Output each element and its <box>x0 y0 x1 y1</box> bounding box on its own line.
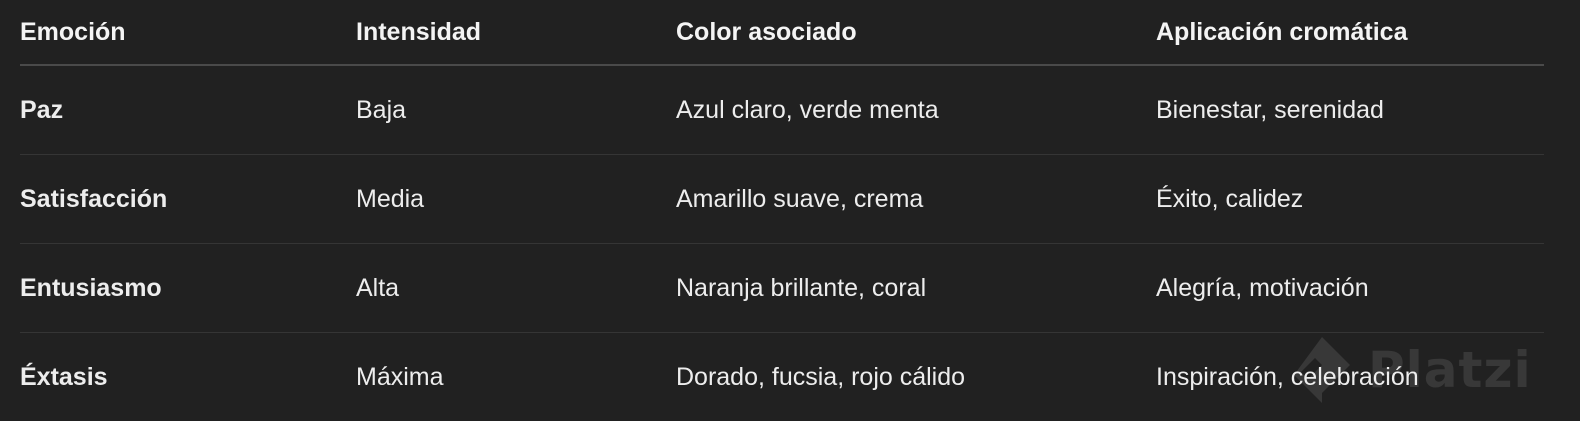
cell-emocion: Éxtasis <box>20 333 356 421</box>
emotion-color-table: Emoción Intensidad Color asociado Aplica… <box>20 0 1544 421</box>
cell-emocion: Paz <box>20 65 356 155</box>
cell-emocion: Entusiasmo <box>20 244 356 333</box>
emotion-color-table-container: Emoción Intensidad Color asociado Aplica… <box>20 0 1544 421</box>
header-intensidad: Intensidad <box>356 0 676 65</box>
cell-color-asociado: Azul claro, verde menta <box>676 65 1156 155</box>
header-aplicacion-cromatica: Aplicación cromática <box>1156 0 1544 65</box>
table-row: Éxtasis Máxima Dorado, fucsia, rojo cáli… <box>20 333 1544 421</box>
table-header: Emoción Intensidad Color asociado Aplica… <box>20 0 1544 65</box>
cell-emocion: Satisfacción <box>20 155 356 244</box>
table-row: Paz Baja Azul claro, verde menta Bienest… <box>20 65 1544 155</box>
cell-aplicacion-cromatica: Bienestar, serenidad <box>1156 65 1544 155</box>
cell-color-asociado: Naranja brillante, coral <box>676 244 1156 333</box>
table-row: Satisfacción Media Amarillo suave, crema… <box>20 155 1544 244</box>
header-emocion: Emoción <box>20 0 356 65</box>
cell-intensidad: Baja <box>356 65 676 155</box>
header-color-asociado: Color asociado <box>676 0 1156 65</box>
cell-intensidad: Alta <box>356 244 676 333</box>
table-body: Paz Baja Azul claro, verde menta Bienest… <box>20 65 1544 421</box>
cell-aplicacion-cromatica: Alegría, motivación <box>1156 244 1544 333</box>
header-row: Emoción Intensidad Color asociado Aplica… <box>20 0 1544 65</box>
cell-aplicacion-cromatica: Inspiración, celebración <box>1156 333 1544 421</box>
cell-intensidad: Máxima <box>356 333 676 421</box>
cell-color-asociado: Amarillo suave, crema <box>676 155 1156 244</box>
table-row: Entusiasmo Alta Naranja brillante, coral… <box>20 244 1544 333</box>
cell-aplicacion-cromatica: Éxito, calidez <box>1156 155 1544 244</box>
cell-intensidad: Media <box>356 155 676 244</box>
cell-color-asociado: Dorado, fucsia, rojo cálido <box>676 333 1156 421</box>
